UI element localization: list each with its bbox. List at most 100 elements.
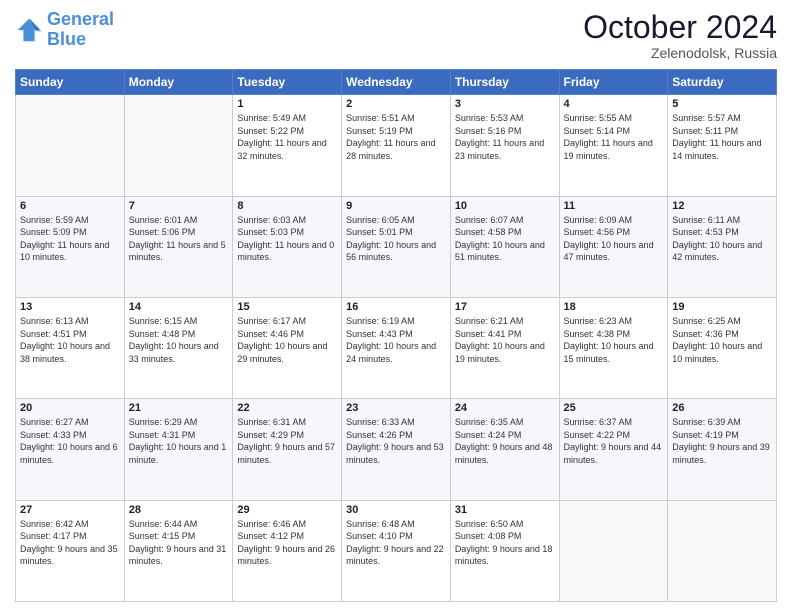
day-info: Sunrise: 6:11 AMSunset: 4:53 PMDaylight:… [672,214,772,264]
day-number: 3 [455,98,555,110]
header: General Blue October 2024 Zelenodolsk, R… [15,10,777,61]
week-row-1: 1 Sunrise: 5:49 AMSunset: 5:22 PMDaylight… [16,95,777,196]
week-row-3: 13Sunrise: 6:13 AMSunset: 4:51 PMDayligh… [16,297,777,398]
calendar-cell: 4 Sunrise: 5:55 AMSunset: 5:14 PMDaylight… [559,95,668,196]
calendar-cell: 24 Sunrise: 6:35 AMSunset: 4:24 PMDayligh… [450,399,559,500]
day-number: 24 [455,402,555,414]
day-number: 15 [237,301,337,313]
day-info: Sunrise: 6:13 AMSunset: 4:51 PMDaylight:… [20,315,120,365]
weekday-header-tuesday: Tuesday [233,70,342,95]
weekday-header-row: SundayMondayTuesdayWednesdayThursdayFrid… [16,70,777,95]
page: General Blue October 2024 Zelenodolsk, R… [0,0,792,612]
logo: General Blue [15,10,114,50]
location: Zelenodolsk, Russia [583,45,777,61]
calendar-cell: 19 Sunrise: 6:25 AMSunset: 4:36 PMDayligh… [668,297,777,398]
week-row-5: 27Sunrise: 6:42 AMSunset: 4:17 PMDayligh… [16,500,777,601]
day-number: 20 [20,402,120,414]
calendar-cell [668,500,777,601]
calendar-cell: 7 Sunrise: 6:01 AMSunset: 5:06 PMDaylight… [124,196,233,297]
calendar-cell: 28 Sunrise: 6:44 AMSunset: 4:15 PMDayligh… [124,500,233,601]
day-info: Sunrise: 6:03 AMSunset: 5:03 PMDaylight:… [237,214,337,264]
day-info: Sunrise: 5:49 AMSunset: 5:22 PMDaylight:… [237,112,337,162]
weekday-header-saturday: Saturday [668,70,777,95]
calendar-cell: 25 Sunrise: 6:37 AMSunset: 4:22 PMDayligh… [559,399,668,500]
day-info: Sunrise: 6:44 AMSunset: 4:15 PMDaylight:… [129,518,229,568]
weekday-header-sunday: Sunday [16,70,125,95]
calendar-cell: 12 Sunrise: 6:11 AMSunset: 4:53 PMDayligh… [668,196,777,297]
day-info: Sunrise: 6:25 AMSunset: 4:36 PMDaylight:… [672,315,772,365]
day-number: 9 [346,200,446,212]
calendar-cell: 8Sunrise: 6:03 AMSunset: 5:03 PMDaylight… [233,196,342,297]
weekday-header-wednesday: Wednesday [342,70,451,95]
day-info: Sunrise: 6:33 AMSunset: 4:26 PMDaylight:… [346,416,446,466]
week-row-2: 6Sunrise: 5:59 AMSunset: 5:09 PMDaylight… [16,196,777,297]
day-info: Sunrise: 6:31 AMSunset: 4:29 PMDaylight:… [237,416,337,466]
calendar-cell: 26Sunrise: 6:39 AMSunset: 4:19 PMDayligh… [668,399,777,500]
calendar-cell: 23Sunrise: 6:33 AMSunset: 4:26 PMDayligh… [342,399,451,500]
day-number: 14 [129,301,229,313]
calendar-cell: 6Sunrise: 5:59 AMSunset: 5:09 PMDaylight… [16,196,125,297]
calendar-cell: 14Sunrise: 6:15 AMSunset: 4:48 PMDayligh… [124,297,233,398]
day-info: Sunrise: 6:35 AMSunset: 4:24 PMDaylight:… [455,416,555,466]
calendar-cell: 13Sunrise: 6:13 AMSunset: 4:51 PMDayligh… [16,297,125,398]
day-number: 7 [129,200,229,212]
day-number: 27 [20,504,120,516]
calendar-table: SundayMondayTuesdayWednesdayThursdayFrid… [15,69,777,602]
calendar-cell: 21 Sunrise: 6:29 AMSunset: 4:31 PMDayligh… [124,399,233,500]
day-number: 28 [129,504,229,516]
day-info: Sunrise: 6:09 AMSunset: 4:56 PMDaylight:… [564,214,664,264]
day-number: 10 [455,200,555,212]
day-number: 21 [129,402,229,414]
calendar-cell [124,95,233,196]
calendar-cell: 16 Sunrise: 6:19 AMSunset: 4:43 PMDayligh… [342,297,451,398]
day-number: 5 [672,98,772,110]
calendar-cell: 5 Sunrise: 5:57 AMSunset: 5:11 PMDaylight… [668,95,777,196]
calendar-cell: 30 Sunrise: 6:48 AMSunset: 4:10 PMDayligh… [342,500,451,601]
day-info: Sunrise: 6:05 AMSunset: 5:01 PMDaylight:… [346,214,446,264]
week-row-4: 20 Sunrise: 6:27 AMSunset: 4:33 PMDayligh… [16,399,777,500]
day-info: Sunrise: 6:37 AMSunset: 4:22 PMDaylight:… [564,416,664,466]
day-info: Sunrise: 5:51 AMSunset: 5:19 PMDaylight:… [346,112,446,162]
day-number: 11 [564,200,664,212]
calendar-cell: 11 Sunrise: 6:09 AMSunset: 4:56 PMDayligh… [559,196,668,297]
day-number: 4 [564,98,664,110]
calendar-cell [559,500,668,601]
day-info: Sunrise: 6:21 AMSunset: 4:41 PMDaylight:… [455,315,555,365]
day-info: Sunrise: 5:57 AMSunset: 5:11 PMDaylight:… [672,112,772,162]
day-info: Sunrise: 6:27 AMSunset: 4:33 PMDaylight:… [20,416,120,466]
logo-icon [15,16,43,44]
weekday-header-thursday: Thursday [450,70,559,95]
month-title: October 2024 [583,10,777,45]
weekday-header-friday: Friday [559,70,668,95]
day-info: Sunrise: 6:39 AMSunset: 4:19 PMDaylight:… [672,416,772,466]
calendar-cell: 18Sunrise: 6:23 AMSunset: 4:38 PMDayligh… [559,297,668,398]
calendar-cell: 20 Sunrise: 6:27 AMSunset: 4:33 PMDayligh… [16,399,125,500]
day-number: 31 [455,504,555,516]
day-number: 30 [346,504,446,516]
calendar-cell [16,95,125,196]
day-info: Sunrise: 6:29 AMSunset: 4:31 PMDaylight:… [129,416,229,466]
day-number: 12 [672,200,772,212]
calendar-cell: 1 Sunrise: 5:49 AMSunset: 5:22 PMDaylight… [233,95,342,196]
day-info: Sunrise: 6:07 AMSunset: 4:58 PMDaylight:… [455,214,555,264]
day-number: 17 [455,301,555,313]
calendar-cell: 27Sunrise: 6:42 AMSunset: 4:17 PMDayligh… [16,500,125,601]
day-info: Sunrise: 5:55 AMSunset: 5:14 PMDaylight:… [564,112,664,162]
day-number: 1 [237,98,337,110]
calendar-cell: 10 Sunrise: 6:07 AMSunset: 4:58 PMDayligh… [450,196,559,297]
calendar-cell: 15 Sunrise: 6:17 AMSunset: 4:46 PMDayligh… [233,297,342,398]
day-info: Sunrise: 5:53 AMSunset: 5:16 PMDaylight:… [455,112,555,162]
day-info: Sunrise: 6:01 AMSunset: 5:06 PMDaylight:… [129,214,229,264]
calendar-cell: 29Sunrise: 6:46 AMSunset: 4:12 PMDayligh… [233,500,342,601]
title-block: October 2024 Zelenodolsk, Russia [583,10,777,61]
day-number: 25 [564,402,664,414]
day-info: Sunrise: 6:48 AMSunset: 4:10 PMDaylight:… [346,518,446,568]
day-number: 16 [346,301,446,313]
day-info: Sunrise: 6:17 AMSunset: 4:46 PMDaylight:… [237,315,337,365]
logo-text: General Blue [47,10,114,50]
day-number: 19 [672,301,772,313]
calendar-cell: 31Sunrise: 6:50 AMSunset: 4:08 PMDayligh… [450,500,559,601]
calendar-cell: 17 Sunrise: 6:21 AMSunset: 4:41 PMDayligh… [450,297,559,398]
day-info: Sunrise: 6:23 AMSunset: 4:38 PMDaylight:… [564,315,664,365]
day-info: Sunrise: 6:19 AMSunset: 4:43 PMDaylight:… [346,315,446,365]
